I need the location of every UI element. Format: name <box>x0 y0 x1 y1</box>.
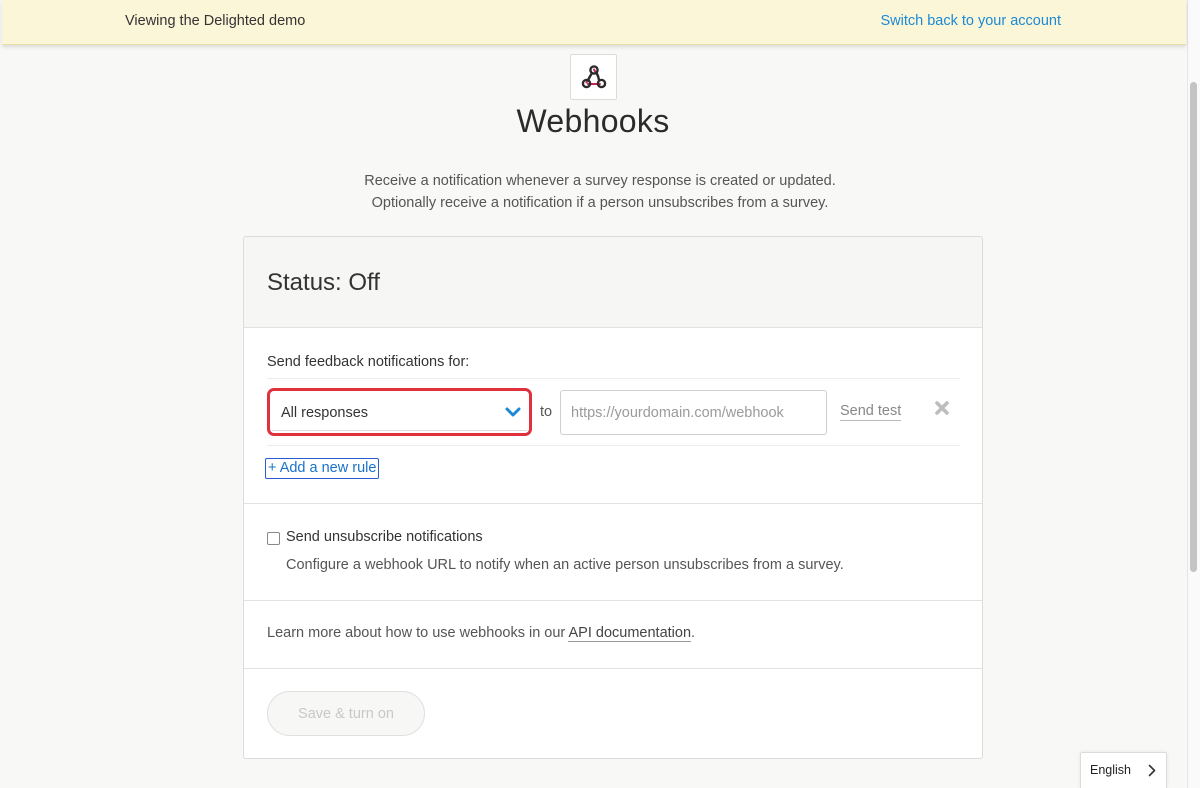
webhooks-logo <box>570 54 617 100</box>
scrollbar[interactable] <box>1187 0 1200 788</box>
close-icon[interactable] <box>934 400 950 416</box>
webhooks-logo-icon <box>581 65 606 89</box>
feedback-notifications-label: Send feedback notifications for: <box>267 354 470 370</box>
learn-more-text: Learn more about how to use webhooks in … <box>267 625 696 642</box>
demo-banner: Viewing the Delighted demo Switch back t… <box>2 0 1186 45</box>
response-filter-highlight: All responses <box>267 388 532 436</box>
response-filter-select[interactable]: All responses <box>272 393 527 431</box>
switch-account-link[interactable]: Switch back to your account <box>880 13 1061 29</box>
section-divider <box>244 600 982 601</box>
save-and-turn-on-button[interactable]: Save & turn on <box>267 691 425 736</box>
page-description: Receive a notification whenever a survey… <box>0 170 1200 214</box>
language-selector[interactable]: English <box>1080 752 1167 788</box>
rule-row-bottom-border <box>267 445 960 446</box>
scrollbar-thumb[interactable] <box>1190 82 1197 572</box>
status-header: Status: Off <box>244 237 982 328</box>
section-divider <box>244 668 982 669</box>
status-title: Status: Off <box>267 269 380 296</box>
section-divider <box>244 503 982 504</box>
rule-row-top-border <box>267 378 960 379</box>
unsubscribe-label[interactable]: Send unsubscribe notifications <box>286 529 483 545</box>
learn-more-suffix: . <box>691 625 696 641</box>
language-label: English <box>1090 763 1131 777</box>
page-title: Webhooks <box>516 103 670 139</box>
demo-banner-text: Viewing the Delighted demo <box>125 13 306 29</box>
chevron-right-icon <box>1148 764 1156 777</box>
chevron-down-icon <box>505 407 521 417</box>
webhooks-card: Status: Off Send feedback notifications … <box>243 236 983 759</box>
webhook-url-input[interactable] <box>560 390 827 435</box>
add-new-rule-button[interactable]: + Add a new rule <box>265 458 380 479</box>
to-label: to <box>540 404 553 420</box>
unsubscribe-description: Configure a webhook URL to notify when a… <box>286 557 844 573</box>
description-line-2: Optionally receive a notification if a p… <box>371 195 829 211</box>
send-test-link[interactable]: Send test <box>840 403 902 421</box>
description-line-1: Receive a notification whenever a survey… <box>364 173 836 189</box>
response-filter-value: All responses <box>281 405 369 421</box>
learn-more-prefix: Learn more about how to use webhooks in … <box>267 625 569 641</box>
unsubscribe-checkbox[interactable] <box>267 532 280 545</box>
api-documentation-link[interactable]: API documentation <box>568 625 692 642</box>
